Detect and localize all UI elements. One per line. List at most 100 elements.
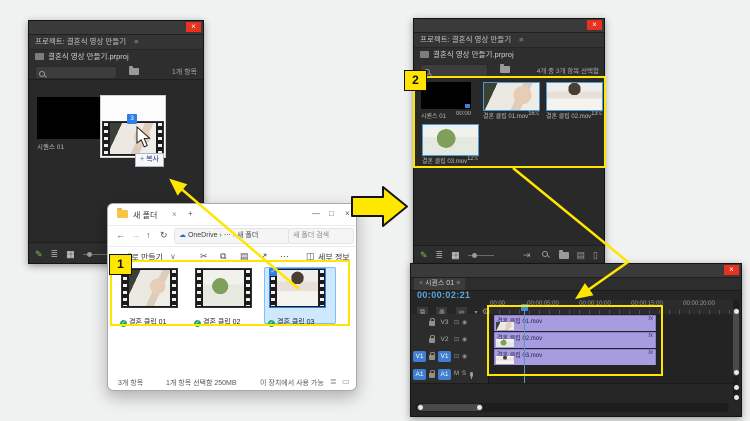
writable-pencil-icon[interactable]: ✎ — [35, 249, 43, 260]
track-a1-header[interactable]: A1 A1 M S — [411, 365, 489, 383]
address-bar[interactable]: ☁ OneDrive › ⋯ › 새 폴더 — [174, 228, 290, 244]
breadcrumb-drive[interactable]: OneDrive — [188, 232, 218, 239]
bin-navigation-icon[interactable] — [500, 64, 510, 73]
clip-name[interactable]: 결혼 클립 01.mov — [483, 111, 528, 120]
scrollbar-thumb[interactable] — [733, 308, 739, 376]
share-icon[interactable]: ↗ — [260, 251, 268, 262]
forward-icon[interactable]: → — [131, 230, 140, 240]
zoom-slider[interactable] — [467, 252, 494, 258]
selected-checkbox[interactable]: ✓ — [269, 268, 277, 276]
icon-view-icon[interactable]: ▦ — [451, 250, 460, 261]
sync-lock-icon[interactable]: ⊡ — [454, 319, 459, 326]
lock-icon[interactable] — [429, 352, 435, 360]
panel-menu-icon[interactable]: ≡ — [519, 35, 523, 44]
chevron-down-icon[interactable]: ∨ — [170, 252, 176, 261]
close-icon[interactable]: × — [345, 209, 350, 218]
minimize-icon[interactable]: — — [312, 209, 320, 218]
mute-button[interactable]: M — [454, 371, 459, 377]
tab-close-icon[interactable]: × — [419, 280, 423, 287]
new-tab-icon[interactable]: + — [188, 209, 193, 218]
project-file-row[interactable]: 결혼식 영상 만들기.prproj — [29, 50, 203, 64]
sequence-name[interactable]: 시퀀스 01 — [37, 141, 64, 151]
track-v3-badge[interactable]: V3 — [438, 317, 451, 328]
track-v1-badge[interactable]: V1 — [438, 351, 451, 362]
details-button[interactable]: 세부 정보 — [318, 252, 350, 263]
sequence-tab[interactable]: × 시퀀스 01 ≡ — [414, 278, 466, 290]
window-titlebar[interactable]: × — [411, 264, 741, 278]
lock-icon[interactable] — [429, 335, 435, 343]
track-output-eye-icon[interactable]: ◉ — [462, 353, 467, 360]
up-icon[interactable]: ↑ — [146, 230, 151, 240]
lock-icon[interactable] — [429, 318, 435, 326]
icon-view-icon[interactable]: ▦ — [66, 249, 75, 260]
track-v2-badge[interactable]: V2 — [438, 334, 451, 345]
panel-menu-icon[interactable]: ≡ — [456, 280, 460, 287]
track-output-eye-icon[interactable]: ◉ — [462, 319, 467, 326]
panel-tab[interactable]: 프로젝트: 결혼식 영상 만들기 ≡ — [414, 33, 604, 48]
explorer-titlebar[interactable]: 새 폴더 × + — □ × — [108, 204, 356, 226]
sequence-name[interactable]: 시퀀스 01 — [421, 111, 446, 120]
refresh-icon[interactable]: ↻ — [160, 230, 168, 241]
new-item-icon[interactable]: ▤ — [577, 250, 586, 261]
window-titlebar[interactable]: × — [29, 21, 203, 35]
timeline-clip[interactable]: 결혼 클립 02.mov fx — [494, 332, 656, 349]
paste-icon[interactable]: ▤ — [240, 251, 249, 262]
file-item-selected[interactable]: ✓ ✓ 결혼 클립 03 — [268, 268, 334, 329]
find-icon[interactable] — [541, 251, 551, 260]
automate-to-sequence-icon[interactable]: ⇥ — [523, 250, 531, 261]
window-titlebar[interactable]: × — [414, 19, 604, 33]
close-icon[interactable]: × — [587, 20, 602, 30]
writable-pencil-icon[interactable]: ✎ — [420, 250, 428, 261]
source-patch-v1[interactable]: V1 — [413, 351, 426, 362]
project-file-row[interactable]: 결혼식 영상 만들기.prproj — [414, 48, 604, 62]
tab-close-icon[interactable]: × — [172, 210, 177, 219]
scrollbar-dot[interactable] — [733, 385, 739, 390]
trash-icon[interactable]: ▯ — [593, 250, 598, 261]
file-item[interactable]: ✓ 결혼 클립 01 — [120, 268, 186, 329]
search-input[interactable] — [35, 66, 117, 79]
maximize-icon[interactable]: □ — [329, 209, 334, 218]
timeline-clip[interactable]: 결혼 클립 03.mov fx — [494, 349, 656, 366]
sequence-thumbnail[interactable] — [421, 82, 471, 109]
voiceover-mic-icon[interactable] — [470, 371, 474, 379]
more-icon[interactable]: ⋯ — [280, 251, 289, 262]
track-output-eye-icon[interactable]: ◉ — [462, 336, 467, 343]
horizontal-scrollbar[interactable] — [415, 403, 729, 412]
close-icon[interactable]: × — [724, 265, 739, 275]
panel-menu-icon[interactable]: ≡ — [134, 37, 138, 46]
solo-button[interactable]: S — [462, 371, 466, 377]
search-input[interactable] — [420, 64, 488, 77]
lock-icon[interactable] — [429, 369, 435, 378]
search-input[interactable]: 새 폴더 검색 — [288, 228, 354, 244]
clip-thumbnail[interactable] — [483, 82, 540, 111]
timeline-clip[interactable]: 결혼 클립 01.mov fx — [494, 315, 656, 332]
back-icon[interactable]: ← — [116, 230, 125, 240]
new-bin-icon[interactable] — [558, 249, 569, 259]
track-v1-header[interactable]: V1 V1 ⊡ ◉ — [411, 348, 489, 365]
scrollbar-dot[interactable] — [733, 395, 739, 400]
playhead-marker[interactable] — [521, 304, 528, 311]
list-view-icon[interactable]: ≣ — [330, 377, 337, 386]
clip-thumbnail[interactable] — [546, 82, 603, 111]
details-pane-icon[interactable]: ◫ — [306, 251, 315, 262]
track-a1-badge[interactable]: A1 — [438, 368, 451, 380]
list-view-icon[interactable]: ≣ — [51, 249, 59, 260]
track-v2-header[interactable]: V2 ⊡ ◉ — [411, 331, 489, 348]
clip-name[interactable]: 결혼 클립 02.mov — [546, 111, 591, 120]
sync-lock-icon[interactable]: ⊡ — [454, 353, 459, 360]
breadcrumb-ellipsis[interactable]: ⋯ — [224, 232, 231, 239]
sequence-thumbnail[interactable] — [37, 97, 109, 139]
thumbnail-view-icon[interactable]: ▭ — [342, 377, 350, 386]
track-v3-header[interactable]: V3 ⊡ ◉ — [411, 314, 489, 331]
clip-thumbnail[interactable] — [422, 124, 479, 156]
file-item[interactable]: ✓ 결혼 클립 02 — [194, 268, 260, 329]
breadcrumb-folder[interactable]: 새 폴더 — [237, 232, 258, 239]
bin-navigation-icon[interactable] — [129, 66, 139, 75]
scrollbar-thumb[interactable] — [417, 404, 483, 411]
zoom-slider[interactable] — [82, 251, 109, 257]
explorer-tab-title[interactable]: 새 폴더 — [133, 210, 157, 221]
sync-lock-icon[interactable]: ⊡ — [454, 336, 459, 343]
source-patch-a1[interactable]: A1 — [413, 368, 426, 380]
panel-tab[interactable]: 프로젝트: 결혼식 영상 만들기 ≡ — [29, 35, 203, 50]
list-view-icon[interactable]: ≣ — [436, 250, 444, 261]
